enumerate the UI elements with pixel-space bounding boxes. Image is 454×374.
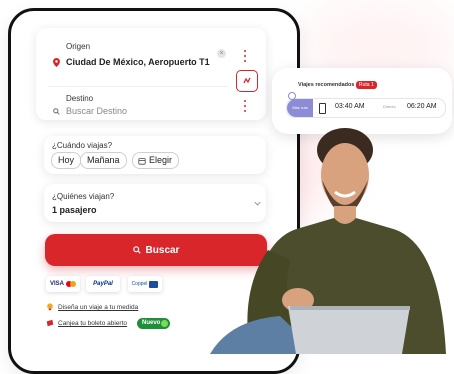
new-badge-label: Nuevo bbox=[142, 320, 161, 326]
swap-icon bbox=[243, 77, 251, 84]
arrival-time: 06:20 AM bbox=[407, 103, 437, 110]
coppel-logo: Coppel bbox=[128, 276, 162, 292]
route-duration: Directo bbox=[383, 104, 396, 109]
passengers-label: ¿Quiénes viajan? bbox=[52, 192, 115, 201]
chip-today[interactable]: Hoy bbox=[51, 152, 82, 169]
route-badge: Ruta 1 bbox=[356, 81, 377, 89]
swap-route-button[interactable] bbox=[236, 70, 258, 92]
person-with-laptop-photo bbox=[210, 128, 446, 354]
chip-choose-date[interactable]: Elegir bbox=[132, 152, 180, 169]
clear-origin-icon[interactable]: × bbox=[217, 49, 226, 58]
origin-menu-icon[interactable] bbox=[244, 50, 246, 62]
destination-menu-icon[interactable] bbox=[244, 100, 246, 112]
recommended-title: Viajes recomendados bbox=[298, 82, 355, 88]
lightbulb-icon bbox=[47, 303, 53, 311]
date-label: ¿Cuándo viajas? bbox=[52, 141, 113, 150]
origin-input[interactable]: Ciudad De México, Aeropuerto T1 bbox=[66, 57, 210, 67]
visa-text: VISA bbox=[49, 281, 64, 287]
paypal-logo: PayPal bbox=[86, 276, 120, 292]
timeline-dot bbox=[288, 92, 296, 100]
destination-label: Destino bbox=[66, 94, 94, 103]
route-tag: Más ruta bbox=[287, 99, 313, 117]
calendar-icon bbox=[138, 157, 146, 165]
exchange-ticket-link[interactable]: Canjea tu boleto abierto bbox=[58, 320, 127, 327]
destination-input[interactable]: Buscar Destino bbox=[66, 106, 127, 116]
chip-choose-label: Elegir bbox=[149, 155, 173, 165]
new-badge: Nuevo bbox=[137, 318, 171, 329]
design-trip-link[interactable]: Diseña un viaje a tu medida bbox=[58, 304, 138, 311]
map-pin-icon bbox=[53, 58, 60, 67]
passengers-value: 1 pasajero bbox=[52, 205, 97, 215]
search-icon bbox=[53, 108, 60, 115]
route-divider bbox=[48, 86, 228, 87]
ticket-icon bbox=[46, 319, 54, 327]
flight-row[interactable]: Más ruta 03:40 AM Directo 06:20 AM bbox=[286, 98, 446, 118]
departure-time: 03:40 AM bbox=[335, 103, 365, 110]
search-icon bbox=[132, 246, 141, 254]
chip-tomorrow[interactable]: Mañana bbox=[80, 152, 127, 169]
phone-icon bbox=[319, 103, 326, 114]
search-button-label: Buscar bbox=[145, 244, 180, 256]
origin-label: Origen bbox=[66, 42, 91, 51]
visa-mastercard-logo: VISA bbox=[46, 276, 80, 292]
coppel-text: Coppel bbox=[131, 281, 148, 287]
